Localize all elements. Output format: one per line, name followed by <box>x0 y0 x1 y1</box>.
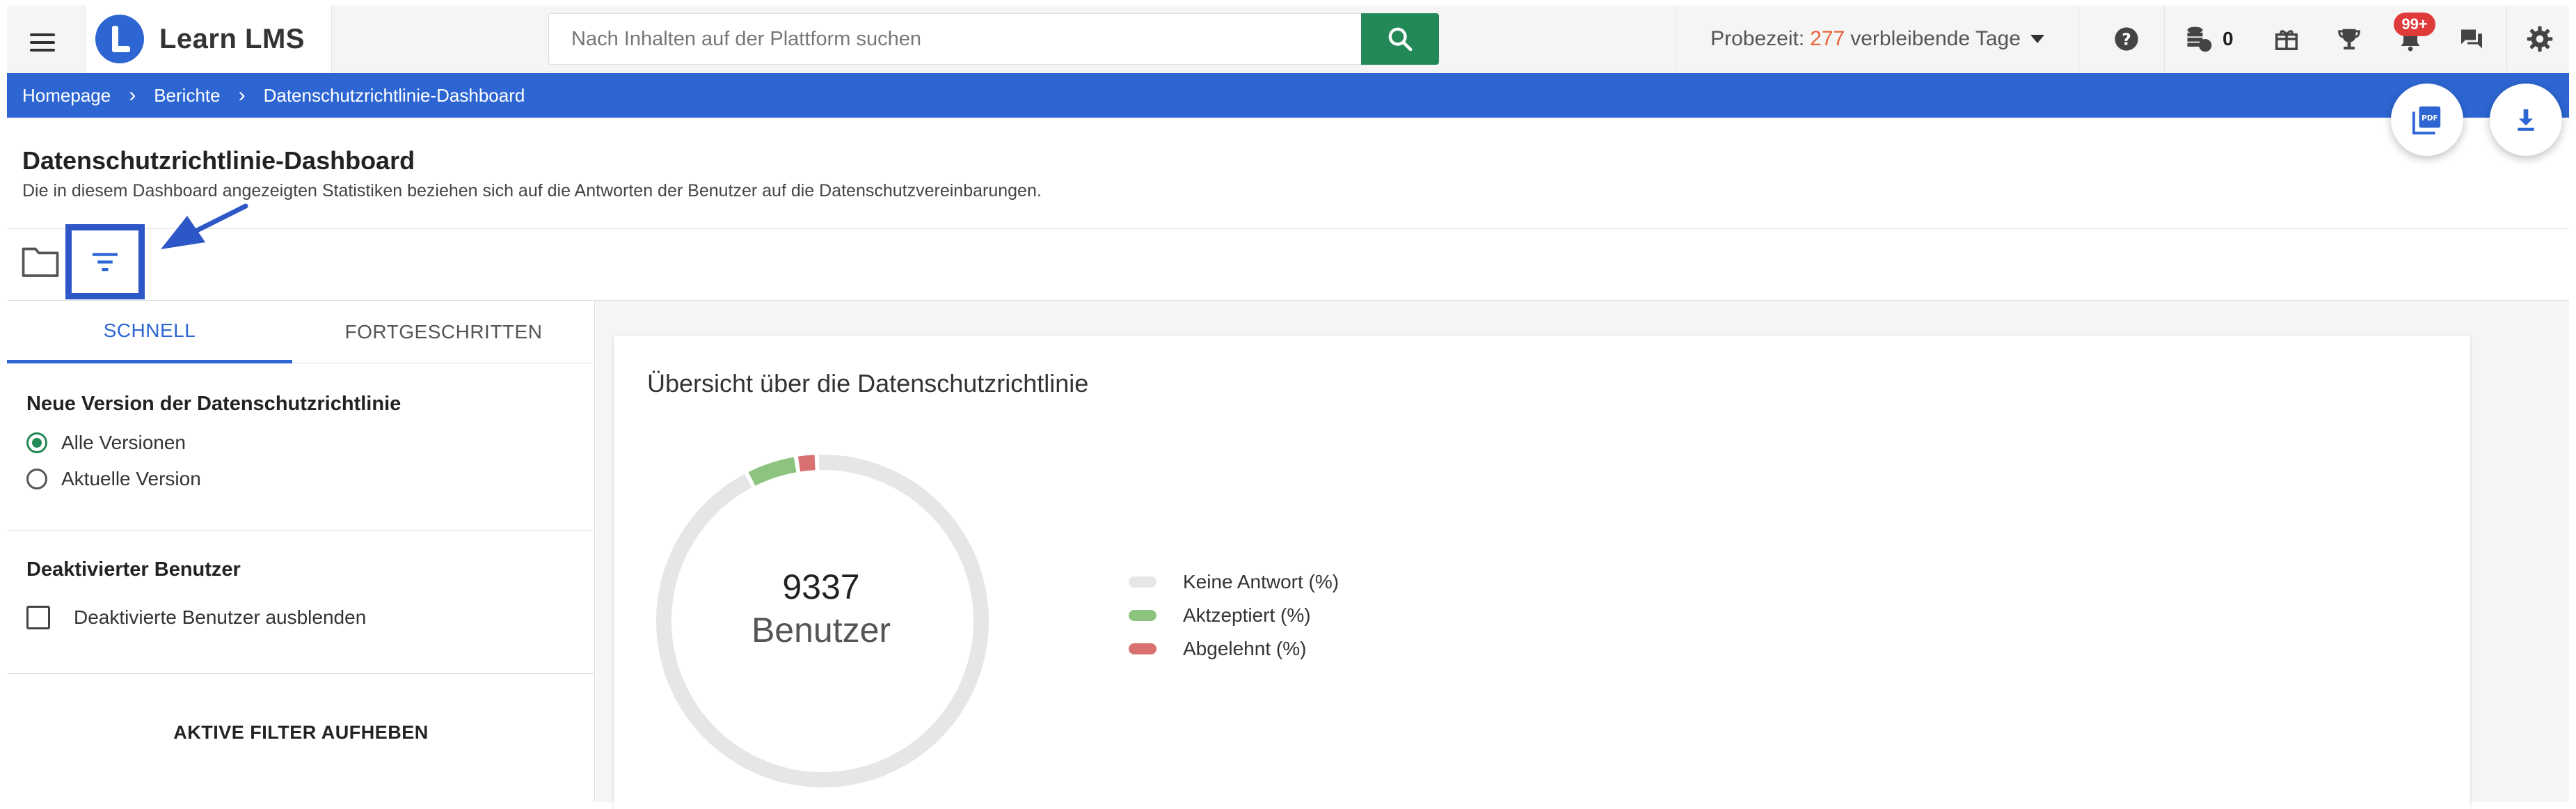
gear-icon[interactable] <box>2519 18 2561 60</box>
tab-quick[interactable]: SCHNELL <box>7 301 292 363</box>
filter-button[interactable] <box>72 230 138 293</box>
chart-legend: Keine Antwort (%) Aktzeptiert (%) Abgelehn… <box>1129 565 1339 666</box>
radio-current-version[interactable]: Aktuelle Version <box>26 468 201 490</box>
radio-button[interactable] <box>26 469 47 489</box>
top-bar: Learn LMS Probezeit: 277 verbleibende Ta… <box>7 6 2569 72</box>
page-title: Datenschutzrichtlinie-Dashboard <box>22 146 415 175</box>
donut-slice-2[interactable] <box>797 455 816 472</box>
filter-button-highlight <box>65 224 145 299</box>
help-icon[interactable]: ? <box>2106 18 2147 60</box>
breadcrumb: Homepage › Berichte › Datenschutzrichtli… <box>7 73 2569 118</box>
radio-all-versions[interactable]: Alle Versionen <box>26 432 186 454</box>
total-users: 9337 <box>782 567 860 606</box>
divider <box>2506 6 2507 72</box>
deactivated-section-title: Deaktivierter Benutzer <box>26 558 241 581</box>
svg-text:?: ? <box>2122 29 2131 49</box>
app-name: Learn LMS <box>159 23 305 54</box>
svg-text:PDF: PDF <box>2422 114 2438 123</box>
download-button[interactable] <box>2490 84 2562 156</box>
breadcrumb-home[interactable]: Homepage <box>22 85 111 107</box>
filter-icon <box>93 253 118 272</box>
version-section-title: Neue Version der Datenschutzrichtlinie <box>26 393 401 415</box>
legend-swatch <box>1129 576 1156 588</box>
chevron-down-icon <box>2030 35 2044 43</box>
overview-card: Übersicht über die Datenschutzrichtlinie… <box>614 336 2470 809</box>
chevron-right-icon: › <box>129 84 136 107</box>
trophy-icon[interactable] <box>2328 18 2370 60</box>
breadcrumb-reports[interactable]: Berichte <box>154 85 220 107</box>
menu-icon[interactable] <box>19 19 65 65</box>
pdf-icon: PDF <box>2412 106 2441 135</box>
annotation-arrow-icon <box>161 203 248 249</box>
search-bar <box>548 13 1439 65</box>
filter-panel: SCHNELL FORTGESCHRITTEN Neue Version der… <box>7 301 595 802</box>
legend-swatch <box>1129 643 1156 654</box>
trial-days: 277 <box>1810 27 1845 50</box>
search-icon <box>1388 27 1413 52</box>
legend-item[interactable]: Keine Antwort (%) <box>1129 565 1339 599</box>
radio-label: Alle Versionen <box>61 432 186 453</box>
logo[interactable]: Learn LMS <box>85 6 332 72</box>
divider <box>2164 6 2165 72</box>
coins-icon[interactable] <box>2178 18 2220 60</box>
trial-dropdown[interactable]: Probezeit: 277 verbleibende Tage <box>1676 6 2079 72</box>
breadcrumb-current: Datenschutzrichtlinie-Dashboard <box>263 84 525 106</box>
donut-center: 9337 Benutzer <box>654 567 988 650</box>
legend-item[interactable]: Aktzeptiert (%) <box>1129 599 1339 632</box>
folder-icon[interactable] <box>21 244 60 278</box>
clear-filters-button[interactable]: AKTIVE FILTER AUFHEBEN <box>7 698 595 767</box>
coins-count: 0 <box>2223 28 2234 49</box>
card-title: Übersicht über die Datenschutzrichtlinie <box>647 369 1089 398</box>
radio-label: Aktuelle Version <box>61 468 201 489</box>
trial-prefix: Probezeit: <box>1710 27 1805 50</box>
gift-icon[interactable] <box>2266 18 2307 60</box>
legend-label: Keine Antwort (%) <box>1183 571 1339 592</box>
divider <box>7 673 595 674</box>
legend-label: Abgelehnt (%) <box>1183 638 1307 659</box>
checkbox[interactable] <box>26 606 50 629</box>
divider <box>7 228 2569 229</box>
legend-label: Aktzeptiert (%) <box>1183 604 1311 626</box>
trial-suffix: verbleibende Tage <box>1850 27 2021 50</box>
tab-advanced[interactable]: FORTGESCHRITTEN <box>292 301 595 363</box>
page-description: Die in diesem Dashboard angezeigten Stat… <box>22 181 1042 201</box>
export-pdf-button[interactable]: PDF <box>2391 84 2463 156</box>
filter-tabs: SCHNELL FORTGESCHRITTEN <box>7 301 595 363</box>
search-input[interactable] <box>548 13 1362 65</box>
logo-icon <box>95 15 144 63</box>
chevron-right-icon: › <box>238 84 246 107</box>
radio-button[interactable] <box>26 432 47 453</box>
notifications-badge: 99+ <box>2394 13 2435 36</box>
search-button[interactable] <box>1361 13 1439 65</box>
checkbox-label: Deaktivierte Benutzer ausblenden <box>74 606 367 628</box>
donut-slice-1[interactable] <box>748 457 797 486</box>
legend-item[interactable]: Abgelehnt (%) <box>1129 632 1339 666</box>
chat-icon[interactable] <box>2451 18 2492 60</box>
legend-swatch <box>1129 610 1156 621</box>
download-icon <box>2518 109 2534 131</box>
hide-deactivated-option[interactable]: Deaktivierte Benutzer ausblenden <box>26 606 366 629</box>
total-users-label: Benutzer <box>751 611 891 650</box>
